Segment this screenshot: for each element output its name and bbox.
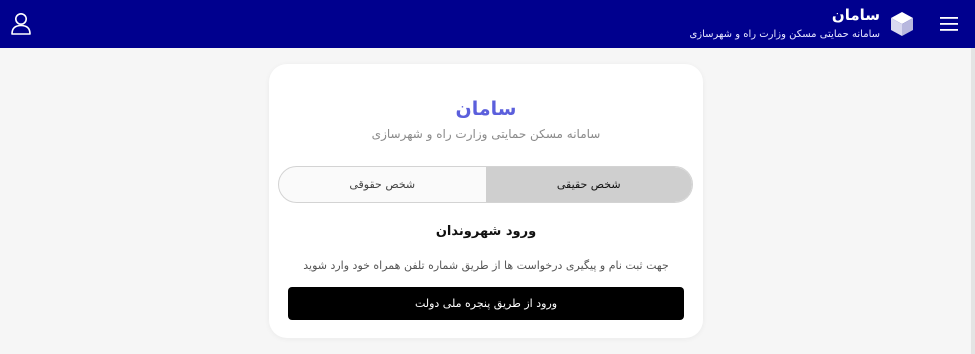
login-card: سامان سامانه مسکن حمایتی وزارت راه و شهر… [269,64,703,338]
tab-natural-person[interactable]: شخص حقیقی [485,167,692,202]
cube-logo-icon [891,12,913,36]
brand-block: سامان سامانه حمایتی مسکن وزارت راه و شهر… [689,5,880,42]
hamburger-menu-icon [940,17,958,31]
menu-button[interactable] [939,14,959,34]
app-subtitle: سامانه حمایتی مسکن وزارت راه و شهرسازی [689,29,880,40]
citizen-login-heading: ورود شهروندان [435,224,537,239]
scrollbar-track[interactable] [971,48,975,354]
logo [889,10,915,38]
top-app-bar: سامان سامانه حمایتی مسکن وزارت راه و شهر… [0,0,975,48]
app-title: سامان [831,6,880,24]
government-window-login-button[interactable]: ورود از طریق پنجره ملی دولت [288,287,684,320]
card-title: سامان [455,98,517,120]
tab-legal-person[interactable]: شخص حقوقی [279,167,486,202]
login-description: جهت ثبت نام و پیگیری درخواست ها از طریق … [303,259,669,272]
card-subtitle: سامانه مسکن حمایتی وزارت راه و شهرسازی [371,127,601,141]
person-type-toggle: شخص حقوقی شخص حقیقی [278,166,693,203]
user-account-button[interactable] [8,10,34,38]
user-icon [11,13,31,35]
page: سامان سامانه حمایتی مسکن وزارت راه و شهر… [0,0,975,354]
